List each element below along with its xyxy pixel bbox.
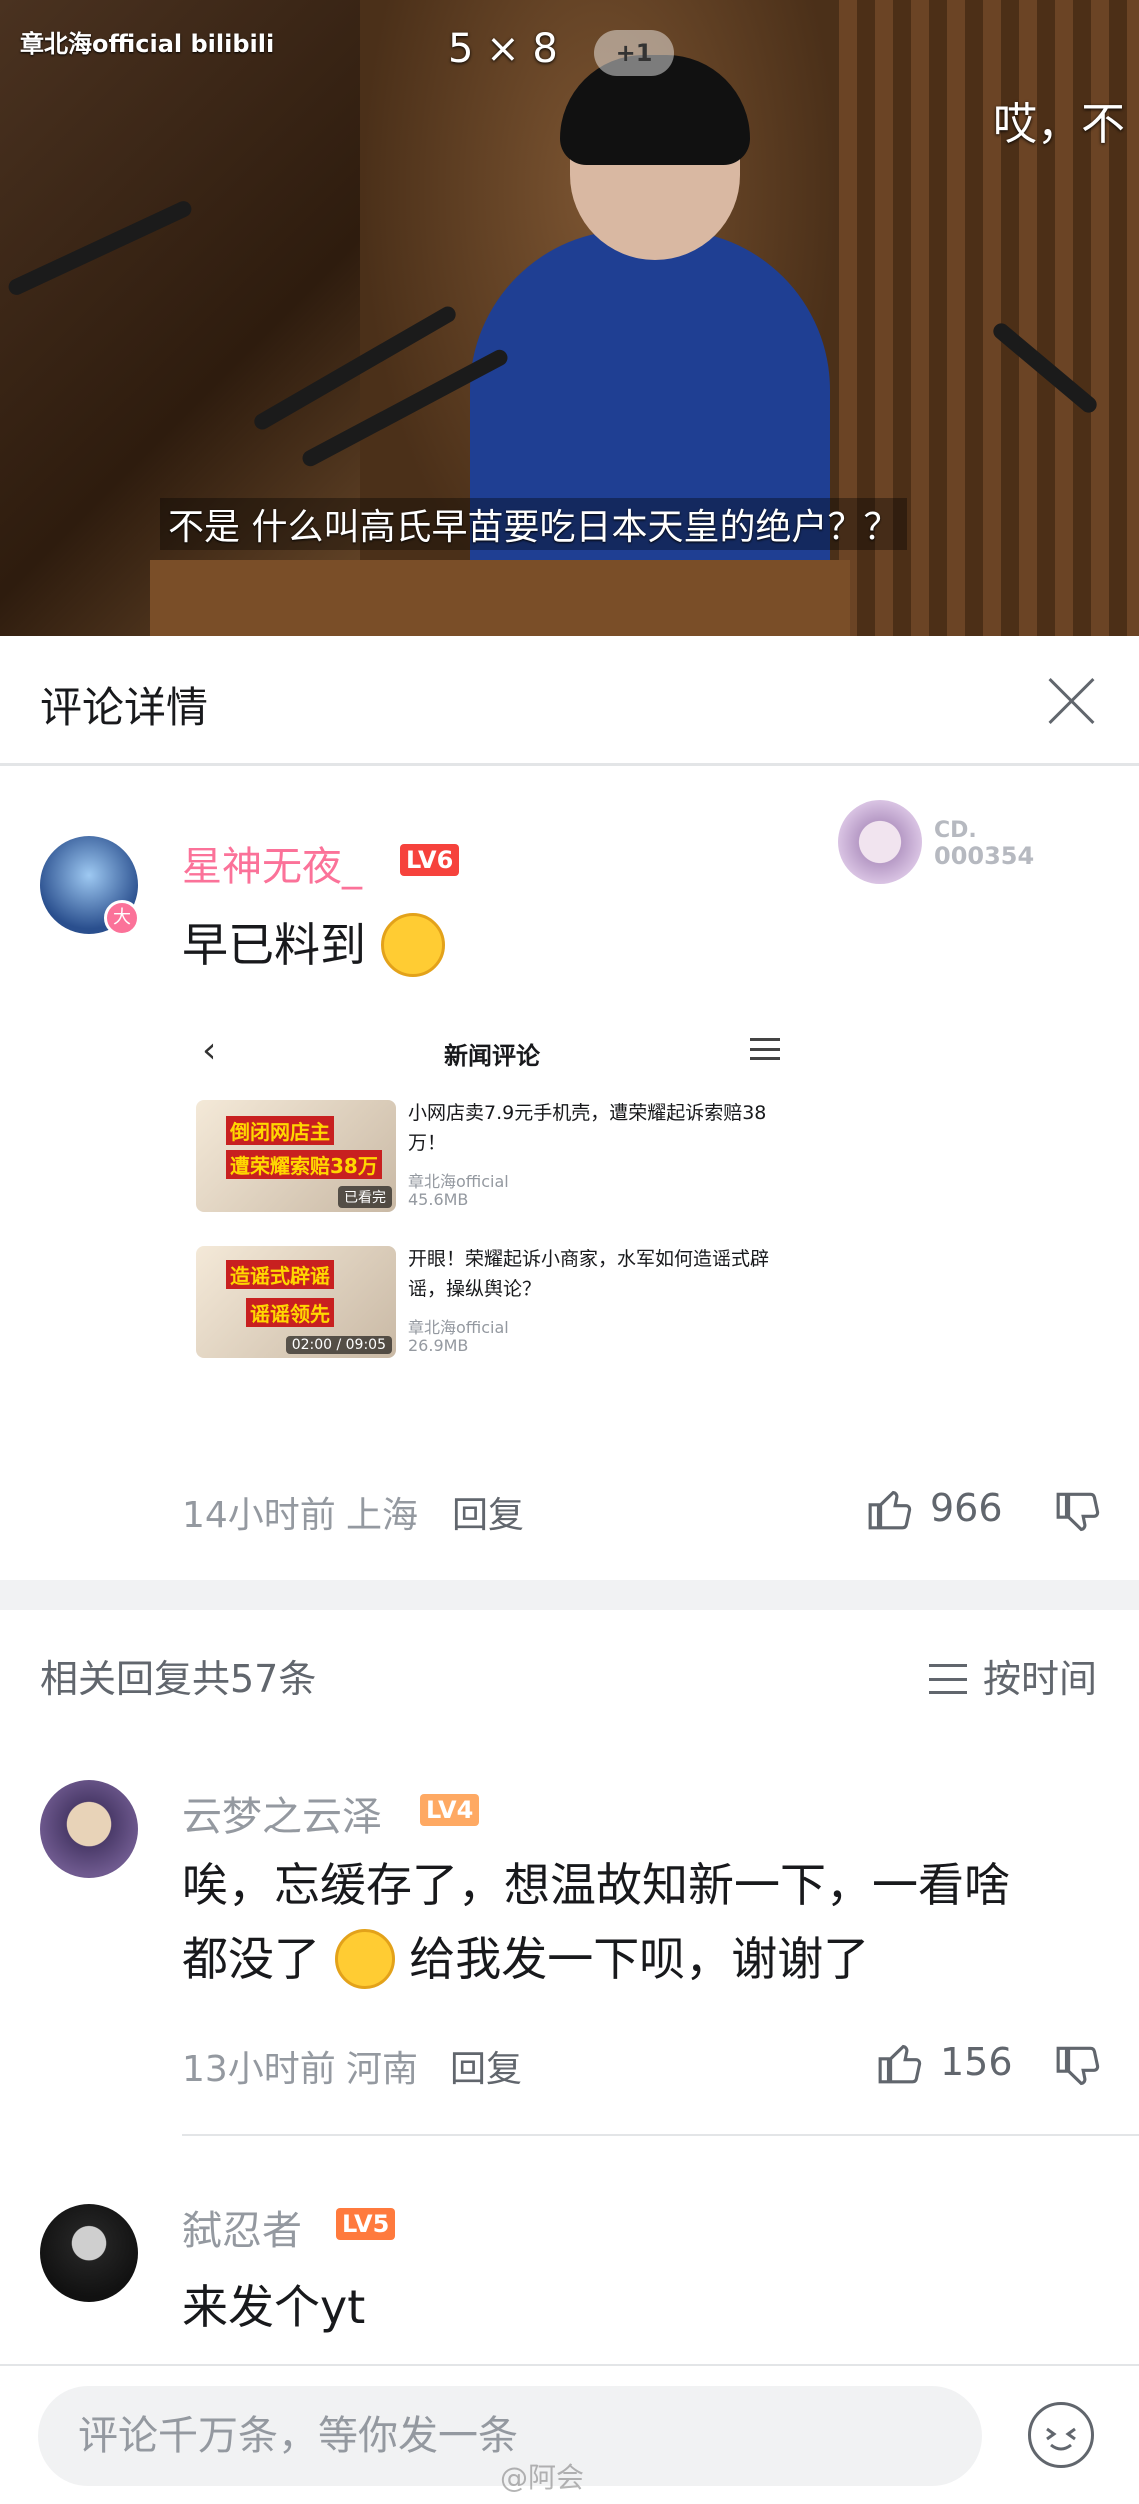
vip-badge: 大 — [104, 900, 140, 936]
fan-badge-label: CD. — [934, 818, 977, 843]
comment-text: 唉，忘缓存了，想温故知新一下，一看啥 — [182, 1858, 1010, 1912]
username[interactable]: 星神无夜_ — [182, 834, 362, 892]
grin-emoji-icon — [380, 912, 445, 977]
crying-laugh-emoji-icon — [334, 1928, 395, 1989]
comment-image[interactable]: ‹ 新闻评论 倒闭网店主 遭荣耀索赔38万 已看完 小网店卖7.9元手机壳，遭荣… — [182, 1010, 802, 1390]
fan-badge-number: 000354 — [934, 842, 1035, 870]
thumbnail-caption: 倒闭网店主 — [226, 1116, 334, 1145]
like-count: 156 — [940, 2040, 1013, 2084]
emoji-picker-icon[interactable] — [1028, 2402, 1094, 2468]
sort-label: 按时间 — [982, 1657, 1097, 1701]
avatar[interactable] — [40, 2204, 138, 2302]
image-page-title: 新闻评论 — [444, 1042, 540, 1070]
weibo-watermark: @阿会 — [500, 2461, 585, 2494]
comment-time: 13小时前 — [182, 2049, 336, 2090]
video-podium — [150, 560, 850, 636]
comment-detail-header: 评论详情 — [0, 636, 1139, 766]
page-title: 评论详情 — [40, 683, 209, 732]
comment-time: 14小时前 — [182, 1495, 336, 1536]
username[interactable]: 云梦之云泽 — [182, 1784, 382, 1842]
sort-icon — [928, 1663, 967, 1694]
like-icon[interactable] — [876, 2038, 926, 2088]
thumbnail-caption: 谣谣领先 — [246, 1298, 334, 1327]
video-subtitle: 不是 什么叫高氏早苗要吃日本天皇的绝户？？ — [160, 498, 908, 550]
thumbnail-caption: 遭荣耀索赔38万 — [226, 1150, 382, 1179]
video-title: 小网店卖7.9元手机壳，遭荣耀起诉索赔38万！ — [408, 1102, 767, 1154]
video-uploader: 章北海official — [408, 1318, 509, 1337]
level-badge: LV5 — [336, 2208, 396, 2240]
comment-text-line2: 都没了 给我发一下呗，谢谢了 — [182, 1922, 869, 1996]
thumbnail-tag: 02:00 / 09:05 — [285, 1336, 392, 1354]
dislike-icon[interactable] — [1054, 2042, 1104, 2092]
username[interactable]: 弑忍者 — [182, 2198, 302, 2256]
like-icon[interactable] — [866, 1484, 916, 1534]
fan-badge-icon — [838, 800, 922, 884]
reply-divider — [182, 2134, 1139, 2136]
video-size: 45.6MB — [408, 1190, 469, 1209]
video-watermark: 章北海official bilibili — [20, 30, 275, 58]
list-menu-icon — [750, 1038, 780, 1060]
level-badge: LV6 — [400, 844, 460, 876]
comment-text: 早已料到 — [182, 908, 445, 982]
thumbnail-tag: 已看完 — [338, 1186, 392, 1208]
section-divider — [0, 1580, 1139, 1610]
comment-text: 来发个yt — [182, 2280, 366, 2334]
sort-button[interactable]: 按时间 — [928, 1648, 1097, 1703]
video-player[interactable]: 章北海official bilibili 5 × 8 +1 哎，不 不是 什么叫… — [0, 0, 1139, 636]
reply-button[interactable]: 回复 — [452, 1486, 524, 1538]
close-icon[interactable] — [1047, 676, 1097, 726]
comment-location: 上海 — [346, 1495, 419, 1536]
danmaku-text: 哎，不 — [993, 99, 1125, 150]
video-uploader: 章北海official — [408, 1172, 509, 1191]
danmaku-combo: 5 × 8 — [448, 26, 558, 72]
reply-button[interactable]: 回复 — [450, 2040, 522, 2092]
danmaku-plus-one-button[interactable]: +1 — [594, 30, 674, 76]
video-thumbnail: 造谣式辟谣 谣谣领先 02:00 / 09:05 — [196, 1246, 396, 1358]
dislike-icon[interactable] — [1054, 1488, 1104, 1538]
comment-location: 河南 — [346, 2049, 419, 2090]
avatar[interactable] — [40, 1780, 138, 1878]
video-size: 26.9MB — [408, 1336, 469, 1355]
video-thumbnail: 倒闭网店主 遭荣耀索赔38万 已看完 — [196, 1100, 396, 1212]
level-badge: LV4 — [420, 1794, 480, 1826]
thumbnail-caption: 造谣式辟谣 — [226, 1260, 334, 1289]
like-count: 966 — [930, 1486, 1003, 1530]
replies-count: 相关回复共57条 — [40, 1657, 317, 1701]
video-title: 开眼！荣耀起诉小商家，水军如何造谣式辟谣，操纵舆论？ — [408, 1248, 770, 1300]
